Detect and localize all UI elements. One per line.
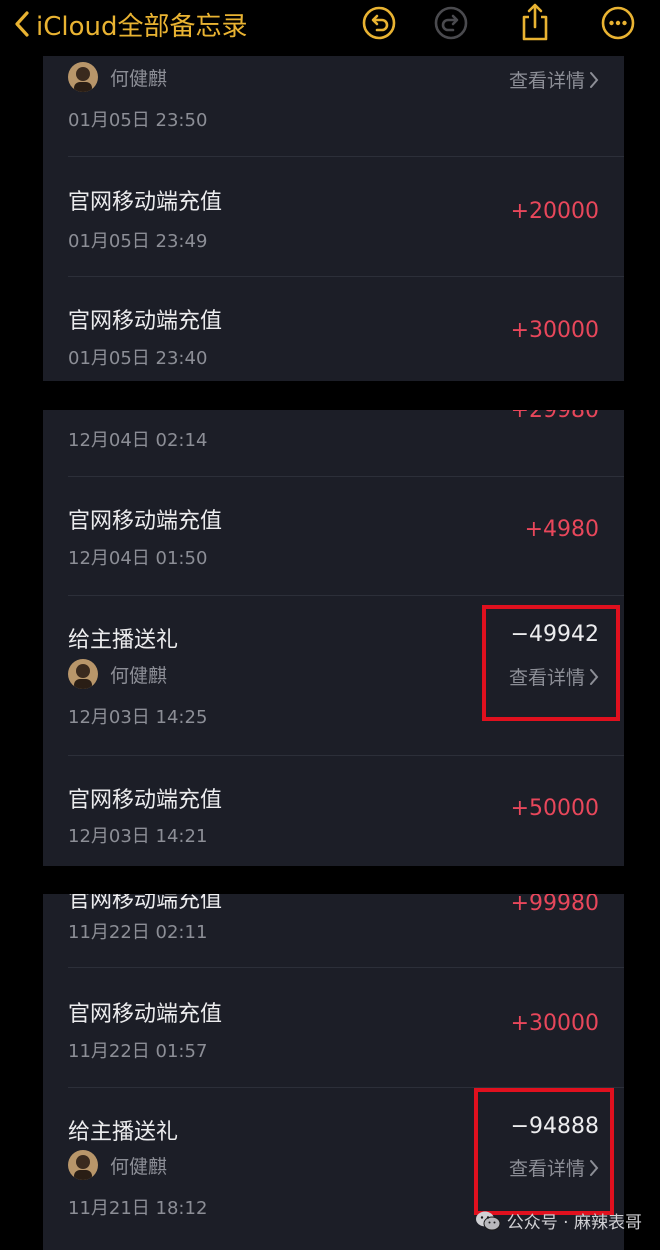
transaction-date: 12月04日 02:14 [68, 430, 208, 451]
clipped-amount: +29980 [510, 410, 599, 423]
divider [68, 476, 624, 477]
user-info: 何健麒 [68, 62, 167, 92]
transaction-amount: +30000 [510, 1011, 599, 1036]
clipped-amount: +99980 [510, 894, 599, 916]
divider [68, 276, 624, 277]
divider [68, 595, 624, 596]
transaction-date: 01月05日 23:49 [68, 231, 208, 252]
divider [68, 967, 624, 968]
avatar [68, 1150, 98, 1180]
watermark-text: 公众号 · 麻辣表哥 [506, 1213, 642, 1233]
watermark: 公众号 · 麻辣表哥 [475, 1208, 642, 1233]
transaction-title: 给主播送礼 [68, 1120, 179, 1145]
wechat-icon [475, 1211, 501, 1230]
user-info: 何健麒 [68, 659, 167, 689]
user-name: 何健麒 [110, 67, 168, 90]
transaction-date: 11月21日 18:12 [68, 1198, 208, 1219]
clipped-title: 官网移动端充值 [68, 894, 223, 913]
undo-icon[interactable] [362, 6, 396, 40]
user-name: 何健麒 [110, 664, 168, 687]
transaction-title: 官网移动端充值 [68, 309, 223, 334]
transaction-amount: +30000 [510, 318, 599, 343]
avatar [68, 62, 98, 92]
transaction-date: 12月03日 14:21 [68, 826, 208, 847]
view-details-label: 查看详情 [508, 70, 585, 92]
transaction-amount: +20000 [510, 199, 599, 224]
transaction-card-1: 何健麒 查看详情 01月05日 23:50 官网移动端充值 +20000 01月… [43, 56, 624, 381]
back-button[interactable]: iCloud全部备忘录 [14, 4, 248, 44]
more-icon[interactable] [601, 6, 635, 40]
back-label: iCloud全部备忘录 [36, 11, 248, 42]
user-name: 何健麒 [110, 1155, 168, 1178]
transaction-date: 12月03日 14:25 [68, 707, 208, 728]
view-details-link[interactable]: 查看详情 [509, 66, 599, 93]
user-info: 何健麒 [68, 1150, 167, 1180]
divider [68, 755, 624, 756]
redo-icon[interactable] [434, 6, 468, 40]
transaction-date: 11月22日 02:11 [68, 922, 208, 943]
transaction-title: 官网移动端充值 [68, 509, 223, 534]
transaction-title: 官网移动端充值 [68, 1002, 223, 1027]
chevron-right-icon [590, 71, 599, 88]
chevron-left-icon [15, 11, 29, 37]
transaction-amount: +4980 [524, 517, 599, 542]
highlight-box [474, 1088, 614, 1215]
share-icon[interactable] [518, 2, 552, 42]
transaction-title: 官网移动端充值 [68, 788, 223, 813]
navigation-bar: iCloud全部备忘录 [0, 0, 660, 52]
transaction-date: 01月05日 23:50 [68, 110, 208, 131]
transaction-amount: +50000 [510, 796, 599, 821]
highlight-box [482, 605, 620, 721]
divider [68, 156, 624, 157]
transaction-date: 12月04日 01:50 [68, 548, 208, 569]
transaction-date: 01月05日 23:40 [68, 348, 208, 369]
transaction-date: 11月22日 01:57 [68, 1041, 208, 1062]
avatar [68, 659, 98, 689]
transaction-title: 给主播送礼 [68, 628, 179, 653]
transaction-title: 官网移动端充值 [68, 190, 223, 215]
